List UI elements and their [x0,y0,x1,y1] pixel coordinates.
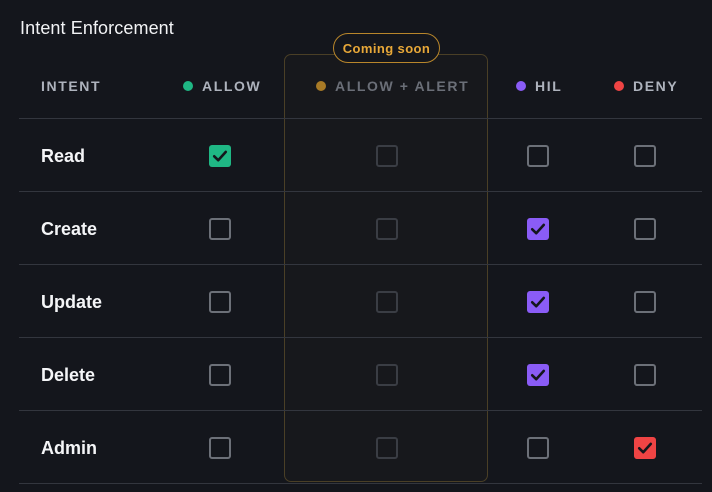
allow-alert-checkbox-create [376,218,398,240]
header-deny: DENY [614,76,678,96]
panel-title: Intent Enforcement [20,18,174,38]
header-allow-label: ALLOW [202,78,262,94]
allow-dot-icon [183,81,193,91]
deny-dot-icon [614,81,624,91]
intent-label-admin: Admin [41,438,97,458]
intent-label-update: Update [41,292,103,312]
header-hil: HIL [516,76,562,96]
allow-alert-checkbox-delete [376,364,398,386]
header-allow: ALLOW [183,76,261,96]
intent-label-create: Create [41,219,98,239]
intent-enforcement-panel: Intent Enforcement Coming soon INTENT AL… [0,0,712,492]
allow-checkbox-admin[interactable] [209,437,231,459]
allow-alert-dot-icon [316,81,326,91]
deny-checkbox-update[interactable] [634,291,656,313]
row-divider [19,191,702,192]
deny-checkbox-delete[interactable] [634,364,656,386]
intent-label-read: Read [41,146,86,166]
hil-checkbox-delete[interactable] [527,364,549,386]
deny-checkbox-admin[interactable] [634,437,656,459]
allow-checkbox-create[interactable] [209,218,231,240]
hil-checkbox-update[interactable] [527,291,549,313]
header-allow-alert-label: ALLOW + ALERT [335,78,470,94]
allow-alert-checkbox-read [376,145,398,167]
row-divider [19,410,702,411]
header-hil-label: HIL [535,78,563,94]
header-divider [19,118,702,119]
intent-label-delete: Delete [41,365,96,385]
coming-soon-badge: Coming soon [333,33,440,63]
hil-checkbox-create[interactable] [527,218,549,240]
hil-checkbox-read[interactable] [527,145,549,167]
hil-dot-icon [516,81,526,91]
row-divider [19,264,702,265]
header-deny-label: DENY [633,78,679,94]
hil-checkbox-admin[interactable] [527,437,549,459]
deny-checkbox-create[interactable] [634,218,656,240]
allow-checkbox-delete[interactable] [209,364,231,386]
deny-checkbox-read[interactable] [634,145,656,167]
allow-alert-checkbox-update [376,291,398,313]
header-intent: INTENT [41,76,101,96]
allow-checkbox-update[interactable] [209,291,231,313]
row-divider [19,337,702,338]
header-intent-label: INTENT [41,78,102,94]
header-allow-alert: ALLOW + ALERT [316,76,469,96]
row-divider [19,483,702,484]
allow-alert-checkbox-admin [376,437,398,459]
allow-checkbox-read[interactable] [209,145,231,167]
